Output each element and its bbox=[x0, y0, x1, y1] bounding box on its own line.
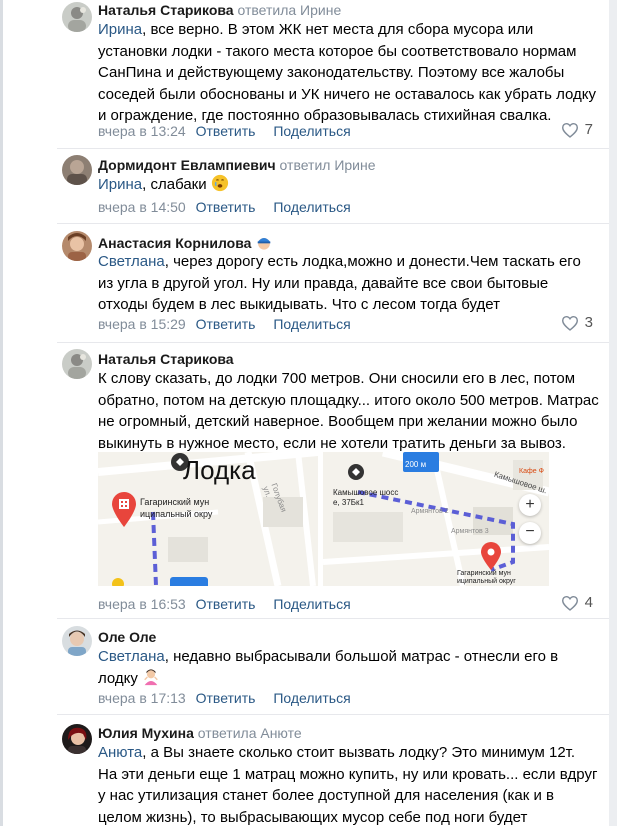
divider bbox=[57, 714, 609, 715]
share-button[interactable]: Поделиться bbox=[273, 123, 350, 139]
comment-text: Светлана, через дорогу есть лодка,можно … bbox=[98, 253, 581, 313]
comment-date[interactable]: вчера в 13:24 bbox=[98, 123, 186, 139]
reply-to[interactable]: ответил Ирине bbox=[280, 157, 376, 173]
comment-item: Оле Оле Светлана, недавно выбрасывали бо… bbox=[0, 620, 609, 716]
author-name[interactable]: Наталья Старикова bbox=[98, 351, 234, 367]
person-gesturing-emoji-icon bbox=[144, 668, 158, 685]
map-district-label: Гагаринский мун иципальный округ bbox=[457, 570, 516, 585]
comment-header: Юлия Мухина ответила Анюте bbox=[98, 724, 302, 742]
map-zoom-out-button[interactable]: − bbox=[519, 522, 541, 544]
comment-date[interactable]: вчера в 15:29 bbox=[98, 316, 186, 332]
heart-icon bbox=[561, 122, 578, 138]
comment-date[interactable]: вчера в 17:13 bbox=[98, 690, 186, 706]
avatar[interactable] bbox=[62, 155, 92, 185]
comment-text: Ирина, все верно. В этом ЖК нет места дл… bbox=[98, 21, 596, 124]
comment-date[interactable]: вчера в 14:50 bbox=[98, 199, 186, 215]
map-lodka-label: Лодка bbox=[183, 455, 256, 485]
reply-to[interactable]: ответила Ирине bbox=[237, 2, 341, 18]
comment-item: Наталья Старикова К слову сказать, до ло… bbox=[0, 344, 609, 620]
reply-button[interactable]: Ответить bbox=[196, 596, 256, 612]
map-image-2[interactable]: 200 м Кафе Ф Камышовое ш. Камышовое шосс… bbox=[323, 452, 549, 586]
author-name[interactable]: Юлия Мухина bbox=[98, 725, 194, 741]
map-cafe-label: Кафе Ф bbox=[519, 468, 544, 475]
comment-text: К слову сказать, до лодки 700 метров. Он… bbox=[98, 370, 599, 452]
share-button[interactable]: Поделиться bbox=[273, 690, 350, 706]
map-image-1[interactable]: Лодка Голубая ул. Гагаринский мун иципал… bbox=[98, 452, 318, 586]
reply-button[interactable]: Ответить bbox=[196, 123, 256, 139]
comment-text: Ирина, слабаки bbox=[98, 174, 590, 196]
map-district-label: Гагаринский мун иципальный окру bbox=[140, 497, 213, 519]
comment-header: Оле Оле bbox=[98, 628, 156, 646]
map-pin bbox=[110, 492, 138, 528]
comment-header: Дормидонт Евлампиевич ответил Ирине bbox=[98, 156, 376, 174]
comment-meta: вчера в 14:50 Ответить Поделиться bbox=[98, 198, 351, 216]
map-graphic bbox=[323, 452, 549, 586]
like-button[interactable]: 3 bbox=[561, 314, 593, 331]
comment-item: Наталья Старикова ответила Ирине Ирина, … bbox=[0, 0, 609, 150]
like-count: 4 bbox=[584, 594, 593, 611]
comment-meta: вчера в 13:24 Ответить Поделиться bbox=[98, 122, 351, 140]
comment-item: Юлия Мухина ответила Анюте Анюта, а Вы з… bbox=[0, 716, 609, 826]
divider bbox=[57, 618, 609, 619]
comment-item: Дормидонт Евлампиевич ответил Ирине Ирин… bbox=[0, 150, 609, 224]
map-street-label: Армянтов 2 bbox=[411, 508, 449, 515]
divider bbox=[57, 148, 609, 149]
author-name[interactable]: Наталья Старикова bbox=[98, 2, 234, 18]
like-count: 7 bbox=[584, 121, 593, 138]
mention-link[interactable]: Светлана bbox=[98, 648, 165, 665]
mention-link[interactable]: Ирина bbox=[98, 21, 142, 38]
share-button[interactable]: Поделиться bbox=[273, 199, 350, 215]
comment-item: Анастасия Корнилова Светлана, через доро… bbox=[0, 225, 609, 343]
scrollbar-track[interactable] bbox=[609, 0, 617, 826]
reply-button[interactable]: Ответить bbox=[196, 690, 256, 706]
divider bbox=[57, 223, 609, 224]
map-zoom-in-button[interactable]: + bbox=[519, 494, 541, 516]
reply-button[interactable]: Ответить bbox=[196, 316, 256, 332]
reply-to[interactable]: ответила Анюте bbox=[198, 725, 302, 741]
like-count: 3 bbox=[584, 314, 593, 331]
crying-face-emoji-icon bbox=[211, 174, 228, 192]
avatar[interactable] bbox=[62, 2, 92, 32]
comment-header: Наталья Старикова ответила Ирине bbox=[98, 1, 341, 19]
author-name[interactable]: Дормидонт Евлампиевич bbox=[98, 157, 276, 173]
mention-link[interactable]: Светлана bbox=[98, 253, 165, 270]
map-street-label: Армянтов 3 bbox=[451, 528, 489, 535]
share-button[interactable]: Поделиться bbox=[273, 596, 350, 612]
cap-emoji-icon bbox=[258, 237, 271, 250]
comment-date[interactable]: вчера в 16:53 bbox=[98, 596, 186, 612]
mention-link[interactable]: Ирина bbox=[98, 176, 142, 193]
divider bbox=[57, 342, 609, 343]
comment-header: Анастасия Корнилова bbox=[98, 233, 273, 252]
comment-header: Наталья Старикова bbox=[98, 350, 234, 368]
avatar[interactable] bbox=[62, 724, 92, 754]
author-name[interactable]: Оле Оле bbox=[98, 629, 156, 645]
avatar[interactable] bbox=[62, 231, 92, 261]
mention-link[interactable]: Анюта bbox=[98, 744, 142, 761]
reply-button[interactable]: Ответить bbox=[196, 199, 256, 215]
comment-meta: вчера в 16:53 Ответить Поделиться bbox=[98, 595, 351, 613]
like-button[interactable]: 4 bbox=[561, 594, 593, 611]
comment-meta: вчера в 17:13 Ответить Поделиться bbox=[98, 689, 351, 707]
map-distance-label: 200 м bbox=[405, 460, 427, 469]
avatar[interactable] bbox=[62, 626, 92, 656]
map-address-label: Камышовое шосс е, 37Бк1 bbox=[333, 488, 399, 507]
comment-text: Анюта, а Вы знаете сколько стоит вызвать… bbox=[98, 744, 598, 826]
comment-text: Светлана, недавно выбрасывали большой ма… bbox=[98, 648, 559, 687]
share-button[interactable]: Поделиться bbox=[273, 316, 350, 332]
avatar[interactable] bbox=[62, 349, 92, 379]
heart-icon bbox=[561, 595, 578, 611]
author-name[interactable]: Анастасия Корнилова bbox=[98, 235, 251, 251]
like-button[interactable]: 7 bbox=[561, 121, 593, 138]
heart-icon bbox=[561, 315, 578, 331]
comment-meta: вчера в 15:29 Ответить Поделиться bbox=[98, 315, 351, 333]
